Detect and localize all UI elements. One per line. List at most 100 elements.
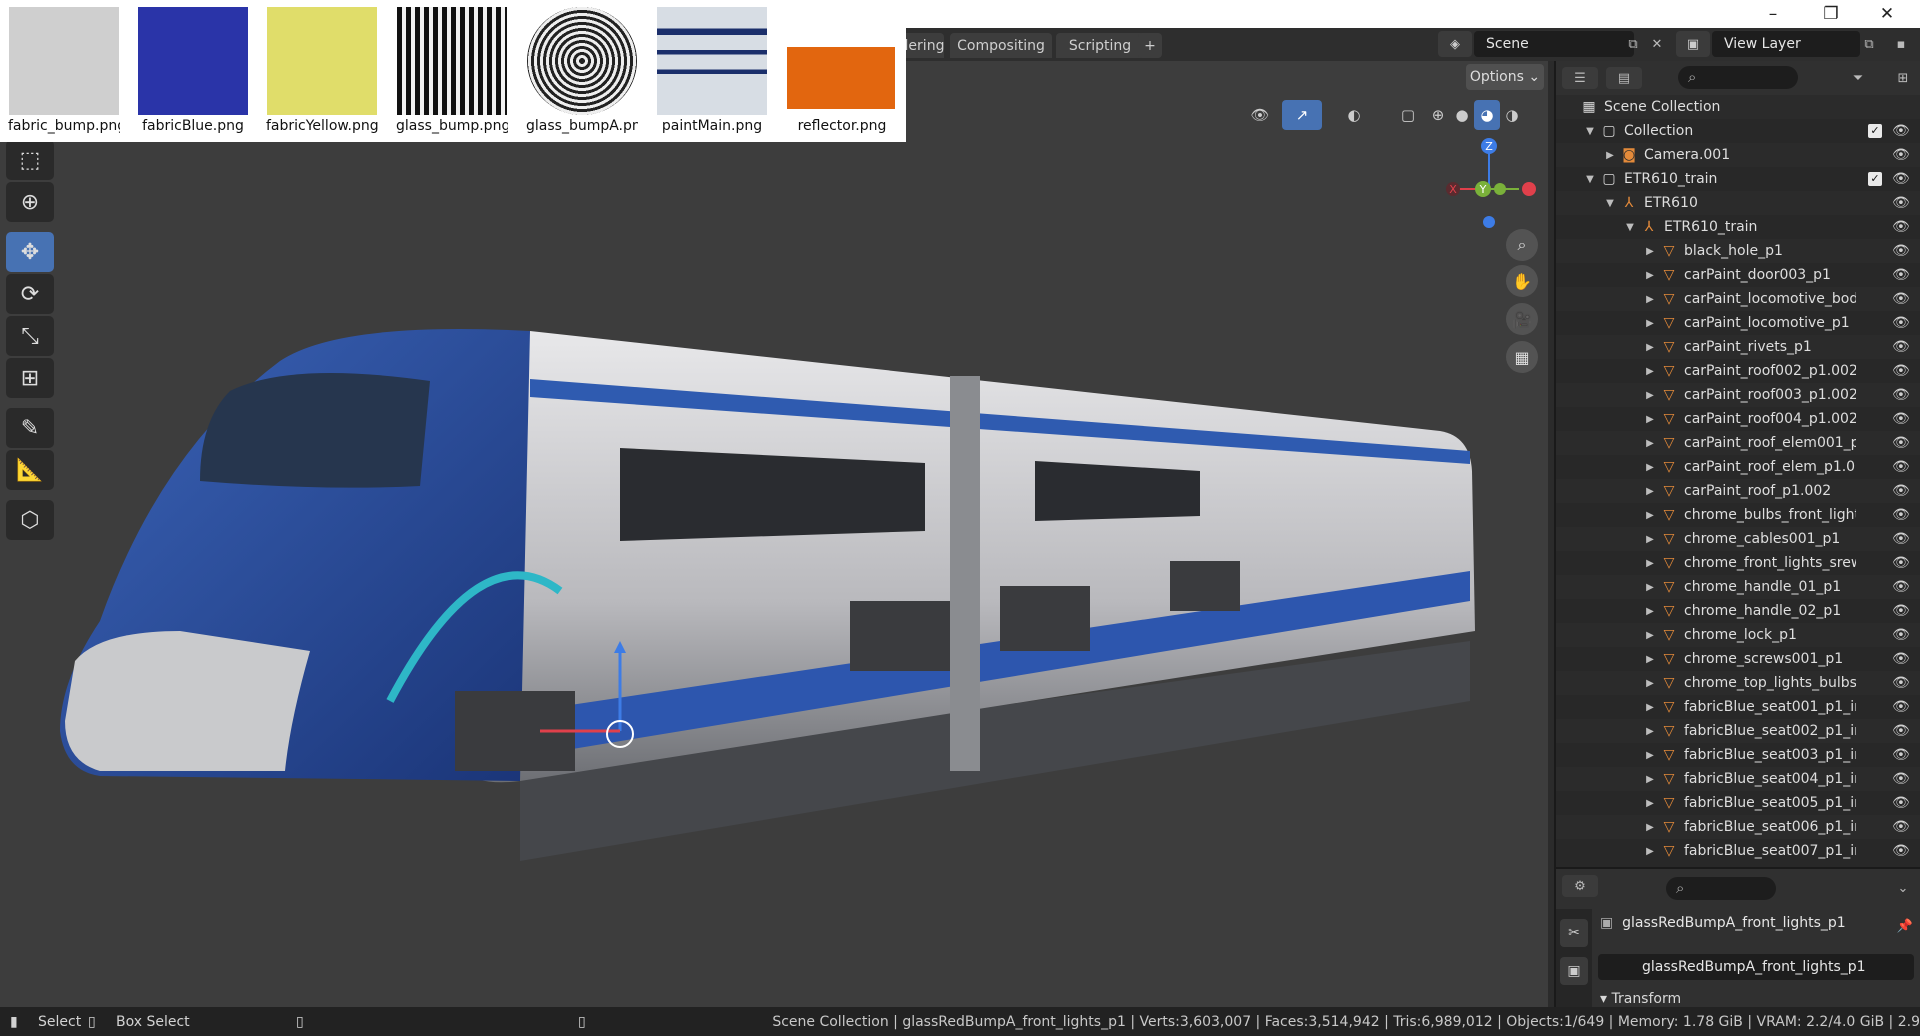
material-shading-icon[interactable]: ◕: [1474, 100, 1500, 130]
navigation-gizmo[interactable]: Z X Y: [1436, 134, 1546, 244]
visibility-eye-icon[interactable]: 👁: [1892, 459, 1910, 475]
visibility-eye-icon[interactable]: 👁: [1892, 267, 1910, 283]
expand-triangle-icon[interactable]: ▶: [1644, 726, 1656, 737]
visibility-eye-icon[interactable]: 👁: [1892, 747, 1910, 763]
expand-triangle-icon[interactable]: ▶: [1644, 558, 1656, 569]
gizmo-neg-z[interactable]: [1483, 216, 1495, 228]
measure-tool-icon[interactable]: 📐: [6, 450, 54, 490]
visibility-eye-icon[interactable]: 👁: [1892, 195, 1910, 211]
view-layer-field[interactable]: View Layer: [1712, 31, 1860, 57]
outliner-row[interactable]: ▶ ▽ carPaint_roof_p1.002 👁: [1556, 479, 1920, 503]
expand-triangle-icon[interactable]: ▶: [1644, 438, 1656, 449]
select-box-tool-icon[interactable]: ⬚: [6, 140, 54, 180]
thumbnail-fabric-yellow[interactable]: fabricYellow.png: [266, 7, 378, 135]
expand-triangle-icon[interactable]: ▶: [1644, 246, 1656, 257]
scene-name-field[interactable]: Scene: [1474, 31, 1634, 57]
wireframe-shading-icon[interactable]: ⊕: [1426, 100, 1450, 130]
transform-tool-icon[interactable]: ⊞: [6, 358, 54, 398]
outliner-row[interactable]: ▼ ⅄ ETR610_train 👁: [1556, 215, 1920, 239]
rendered-shading-icon[interactable]: ◑: [1500, 100, 1524, 130]
filter-icon[interactable]: ⏷: [1840, 67, 1876, 89]
expand-triangle-icon[interactable]: ▶: [1644, 534, 1656, 545]
cursor-tool-icon[interactable]: ⊕: [6, 182, 54, 222]
outliner-row[interactable]: ▦ Scene Collection: [1556, 95, 1920, 119]
visibility-eye-icon[interactable]: 👁: [1892, 219, 1910, 235]
visibility-eye-icon[interactable]: 👁: [1892, 627, 1910, 643]
gizmo-neg-y[interactable]: [1494, 183, 1506, 195]
outliner-row[interactable]: ▶ ▽ carPaint_roof_elem001_p 👁: [1556, 431, 1920, 455]
visibility-eye-icon[interactable]: 👁: [1892, 243, 1910, 259]
outliner-row[interactable]: ▶ ▽ fabricBlue_seat006_p1_in 👁: [1556, 815, 1920, 839]
object-name-field[interactable]: glassRedBumpA_front_lights_p1: [1598, 954, 1914, 980]
expand-triangle-icon[interactable]: ▶: [1644, 822, 1656, 833]
outliner-search-input[interactable]: ⌕: [1678, 66, 1798, 89]
tab-rendering[interactable]: dering: [900, 33, 944, 58]
thumbnail-fabric-blue[interactable]: fabricBlue.png: [137, 7, 249, 135]
visibility-eye-icon[interactable]: 👁: [1892, 699, 1910, 715]
outliner-row[interactable]: ▶ ▽ carPaint_roof_elem_p1.00 👁: [1556, 455, 1920, 479]
new-scene-icon[interactable]: ⧉: [1622, 33, 1644, 55]
delete-scene-icon[interactable]: ✕: [1646, 33, 1668, 55]
annotate-tool-icon[interactable]: ✎: [6, 408, 54, 448]
properties-options-icon[interactable]: ⌄: [1892, 877, 1914, 899]
expand-triangle-icon[interactable]: ▶: [1644, 510, 1656, 521]
visibility-eye-icon[interactable]: 👁: [1892, 771, 1910, 787]
expand-triangle-icon[interactable]: ▶: [1644, 702, 1656, 713]
thumbnail-reflector[interactable]: reflector.png: [786, 7, 898, 135]
visibility-eye-icon[interactable]: 👁: [1892, 795, 1910, 811]
collapse-triangle-icon[interactable]: ▼: [1584, 126, 1596, 137]
expand-triangle-icon[interactable]: ▶: [1644, 630, 1656, 641]
outliner-row[interactable]: ▶ ▽ carPaint_roof004_p1.002 👁: [1556, 407, 1920, 431]
properties-search-input[interactable]: ⌕: [1666, 877, 1776, 900]
outliner-row[interactable]: ▶ ▽ fabricBlue_seat001_p1_in 👁: [1556, 695, 1920, 719]
expand-triangle-icon[interactable]: ▶: [1644, 366, 1656, 377]
collapse-triangle-icon[interactable]: ▼: [1624, 222, 1636, 233]
pan-hand-icon[interactable]: ✋: [1506, 265, 1538, 297]
expand-triangle-icon[interactable]: ▶: [1644, 342, 1656, 353]
thumbnail-glass-bump-a[interactable]: glass_bumpA.pn: [526, 7, 638, 135]
outliner-row[interactable]: ▶ ▽ fabricBlue_seat002_p1_in 👁: [1556, 719, 1920, 743]
view-layer-icon[interactable]: ▣: [1676, 31, 1710, 57]
thumbnail-paint-main[interactable]: paintMain.png: [656, 7, 768, 135]
3d-viewport[interactable]: Options ⌄ 👁 ↗ ◐ ▢ ⊕ ● ◕ ◑ ⬚ ⊕ ✥ ⟳ ⤡ ⊞ ✎ …: [0, 61, 1548, 1007]
gizmo-toggle-icon[interactable]: ↗: [1282, 100, 1322, 130]
expand-triangle-icon[interactable]: ▶: [1604, 150, 1616, 161]
visibility-eye-icon[interactable]: 👁: [1892, 363, 1910, 379]
visibility-eye-icon[interactable]: 👁: [1892, 123, 1910, 139]
camera-view-icon[interactable]: 🎥: [1506, 303, 1538, 335]
visibility-eye-icon[interactable]: 👁: [1892, 339, 1910, 355]
visibility-eye-icon[interactable]: 👁: [1892, 843, 1910, 859]
restore-button[interactable]: ❐: [1804, 0, 1858, 28]
visibility-eye-icon[interactable]: 👁: [1892, 603, 1910, 619]
thumbnail-glass-bump[interactable]: glass_bump.png: [396, 7, 508, 135]
rotate-tool-icon[interactable]: ⟳: [6, 274, 54, 314]
expand-triangle-icon[interactable]: ▶: [1644, 846, 1656, 857]
render-tab-icon[interactable]: ▣: [1560, 957, 1588, 985]
expand-triangle-icon[interactable]: ▶: [1644, 798, 1656, 809]
visibility-eye-icon[interactable]: 👁: [1892, 171, 1910, 187]
tab-compositing[interactable]: Compositing: [950, 33, 1052, 58]
expand-triangle-icon[interactable]: ▶: [1644, 582, 1656, 593]
expand-triangle-icon[interactable]: ▶: [1644, 750, 1656, 761]
new-view-layer-icon[interactable]: ⧉: [1858, 33, 1880, 55]
exclude-checkbox[interactable]: ✓: [1868, 172, 1882, 186]
tab-scripting[interactable]: Scripting: [1056, 33, 1144, 58]
transform-section-header[interactable]: ▾ Transform: [1600, 991, 1681, 1007]
visibility-eye-icon[interactable]: 👁: [1892, 675, 1910, 691]
outliner-row[interactable]: ▶ ▽ fabricBlue_seat007_p1_in 👁: [1556, 839, 1920, 863]
outliner-row[interactable]: ▶ ▽ carPaint_door003_p1 👁: [1556, 263, 1920, 287]
outliner-row[interactable]: ▶ ▽ carPaint_roof003_p1.002 👁: [1556, 383, 1920, 407]
visibility-eye-icon[interactable]: 👁: [1892, 579, 1910, 595]
expand-triangle-icon[interactable]: ▶: [1644, 318, 1656, 329]
outliner-row[interactable]: ▶ ▽ carPaint_locomotive_p1 👁: [1556, 311, 1920, 335]
outliner-row[interactable]: ▶ ▽ carPaint_roof002_p1.002 👁: [1556, 359, 1920, 383]
outliner-row[interactable]: ▶ ▽ chrome_handle_01_p1 👁: [1556, 575, 1920, 599]
scene-selector-icon[interactable]: ◈: [1438, 31, 1472, 57]
overlay-icon[interactable]: ◐: [1336, 100, 1372, 130]
visibility-eye-icon[interactable]: 👁: [1892, 651, 1910, 667]
tool-tab-icon[interactable]: ✂: [1560, 919, 1588, 947]
expand-triangle-icon[interactable]: ▶: [1644, 270, 1656, 281]
outliner-row[interactable]: ▶ ▽ carPaint_rivets_p1 👁: [1556, 335, 1920, 359]
expand-triangle-icon[interactable]: ▶: [1644, 678, 1656, 689]
expand-triangle-icon[interactable]: ▶: [1644, 654, 1656, 665]
